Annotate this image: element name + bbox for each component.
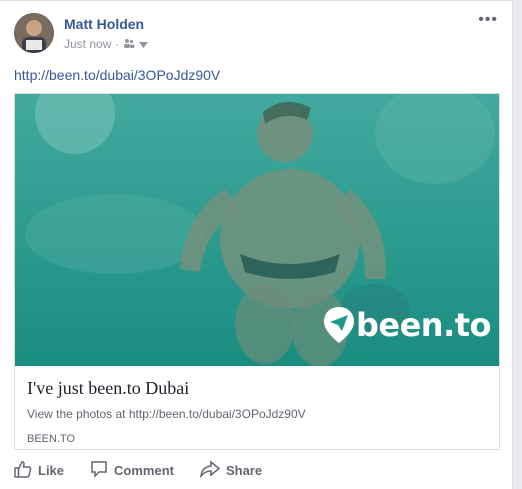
link-preview-card[interactable]: been.to I've just been.to Dubai View the… — [14, 93, 500, 450]
card-description: View the photos at http://been.to/dubai/… — [27, 407, 306, 421]
timestamp[interactable]: Just now — [64, 37, 111, 51]
post-meta: Just now · — [64, 37, 149, 51]
avatar[interactable] — [14, 13, 54, 53]
share-icon — [199, 459, 221, 481]
separator-dot: · — [115, 37, 120, 51]
thumbs-up-icon — [14, 460, 32, 481]
paper-plane-pin-icon — [323, 307, 354, 343]
card-body: I've just been.to Dubai View the photos … — [15, 366, 499, 445]
share-button[interactable]: Share — [199, 459, 263, 481]
like-label: Like — [38, 462, 65, 478]
post-actions: Like Comment Share — [14, 457, 498, 483]
feed-post: Matt Holden Just now · ••• http://been.t… — [0, 0, 513, 489]
post-link[interactable]: http://been.to/dubai/3OPoJdz90V — [14, 67, 220, 83]
comment-icon — [90, 460, 108, 481]
share-label: Share — [225, 462, 263, 478]
card-title[interactable]: I've just been.to Dubai — [27, 378, 487, 399]
friends-icon[interactable] — [123, 37, 135, 51]
like-button[interactable]: Like — [14, 460, 64, 481]
post-header: Matt Holden Just now · ••• — [14, 12, 498, 57]
card-image[interactable]: been.to — [15, 94, 499, 366]
brand-logo: been.to — [323, 306, 492, 344]
card-domain: BEEN.TO — [27, 433, 76, 445]
author-name[interactable]: Matt Holden — [64, 16, 144, 32]
more-options-icon[interactable]: ••• — [478, 12, 498, 28]
chevron-down-icon[interactable] — [139, 37, 149, 51]
brand-text: been.to — [355, 306, 492, 344]
comment-label: Comment — [114, 462, 174, 478]
comment-button[interactable]: Comment — [90, 460, 174, 481]
